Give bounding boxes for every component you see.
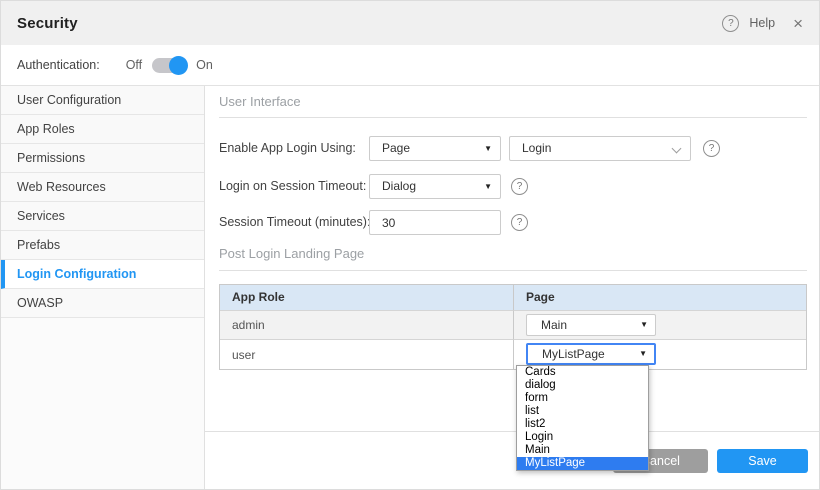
- table-header-row: App Role Page: [220, 285, 806, 310]
- page-select-dropdown-list: Cards dialog form list list2 Login Main …: [516, 365, 649, 471]
- sidebar-item-login-configuration[interactable]: Login Configuration: [1, 260, 204, 289]
- dropdown-option-form[interactable]: form: [517, 392, 648, 405]
- section-title-post-login: Post Login Landing Page: [219, 246, 364, 261]
- sidebar-item-owasp[interactable]: OWASP: [1, 289, 204, 318]
- dropdown-option-list2[interactable]: list2: [517, 418, 648, 431]
- authentication-bar: Authentication: Off On: [1, 45, 819, 86]
- save-button[interactable]: Save: [717, 449, 808, 473]
- table-row: user MyListPage ▼: [220, 339, 806, 369]
- help-icon-glyph: ?: [517, 217, 523, 228]
- column-header-app-role: App Role: [220, 285, 513, 310]
- toggle-off-label: Off: [126, 58, 142, 72]
- help-icon[interactable]: ?: [703, 140, 720, 157]
- dropdown-option-cards[interactable]: Cards: [517, 366, 648, 379]
- caret-down-icon: ▼: [639, 345, 647, 363]
- sidebar-item-app-roles[interactable]: App Roles: [1, 115, 204, 144]
- section-divider: [219, 270, 807, 271]
- dropdown-option-list[interactable]: list: [517, 405, 648, 418]
- security-dialog: Security ? Help × Authentication: Off On…: [0, 0, 820, 490]
- authentication-label: Authentication:: [17, 58, 100, 72]
- table-row: admin Main ▼: [220, 310, 806, 339]
- app-role-cell: admin: [220, 310, 513, 339]
- section-divider: [219, 117, 807, 118]
- admin-page-value: Main: [541, 318, 567, 332]
- section-title-user-interface: User Interface: [219, 94, 301, 109]
- dropdown-option-mylistpage[interactable]: MyListPage: [517, 457, 648, 470]
- page-title: Security: [17, 15, 78, 32]
- sidebar-item-prefabs[interactable]: Prefabs: [1, 231, 204, 260]
- toggle-on-label: On: [196, 58, 213, 72]
- help-icon[interactable]: ?: [511, 214, 528, 231]
- column-header-page: Page: [513, 285, 806, 310]
- footer-divider: [205, 431, 819, 432]
- login-page-select[interactable]: Login: [509, 136, 691, 161]
- main-panel: User Interface Enable App Login Using: P…: [205, 86, 819, 489]
- settings-sidebar: User Configuration App Roles Permissions…: [1, 86, 205, 489]
- page-cell: Main ▼: [513, 310, 806, 339]
- sidebar-item-web-resources[interactable]: Web Resources: [1, 173, 204, 202]
- help-icon-glyph: ?: [728, 18, 734, 29]
- help-link[interactable]: Help: [749, 16, 775, 30]
- session-timeout-login-label: Login on Session Timeout:: [219, 174, 366, 199]
- chevron-down-icon: [672, 144, 682, 154]
- sidebar-item-user-configuration[interactable]: User Configuration: [1, 86, 204, 115]
- caret-down-icon: ▼: [484, 137, 492, 160]
- login-page-value: Login: [522, 141, 551, 155]
- sidebar-item-permissions[interactable]: Permissions: [1, 144, 204, 173]
- post-login-table: App Role Page admin Main ▼ user MyListPa…: [219, 284, 807, 370]
- help-icon[interactable]: ?: [722, 15, 739, 32]
- session-timeout-value: Dialog: [382, 179, 416, 193]
- admin-page-select[interactable]: Main ▼: [526, 314, 656, 336]
- login-using-select[interactable]: Page ▼: [369, 136, 501, 161]
- help-icon-glyph: ?: [709, 143, 715, 154]
- dialog-header: Security ? Help ×: [1, 1, 819, 45]
- help-icon-glyph: ?: [517, 181, 523, 192]
- dropdown-option-dialog[interactable]: dialog: [517, 379, 648, 392]
- user-page-select[interactable]: MyListPage ▼: [526, 343, 656, 365]
- help-icon[interactable]: ?: [511, 178, 528, 195]
- app-role-cell: user: [220, 339, 513, 369]
- session-timeout-input[interactable]: [369, 210, 501, 235]
- caret-down-icon: ▼: [640, 315, 648, 335]
- dropdown-option-login[interactable]: Login: [517, 431, 648, 444]
- session-timeout-minutes-label: Session Timeout (minutes):: [219, 210, 370, 235]
- close-icon[interactable]: ×: [793, 15, 803, 32]
- enable-app-login-label: Enable App Login Using:: [219, 136, 356, 161]
- toggle-thumb: [169, 56, 188, 75]
- dropdown-option-main[interactable]: Main: [517, 444, 648, 457]
- user-page-value: MyListPage: [542, 347, 605, 361]
- session-timeout-select[interactable]: Dialog ▼: [369, 174, 501, 199]
- login-using-value: Page: [382, 141, 410, 155]
- header-actions: ? Help ×: [722, 15, 803, 32]
- caret-down-icon: ▼: [484, 175, 492, 198]
- sidebar-item-services[interactable]: Services: [1, 202, 204, 231]
- authentication-toggle[interactable]: [152, 58, 186, 73]
